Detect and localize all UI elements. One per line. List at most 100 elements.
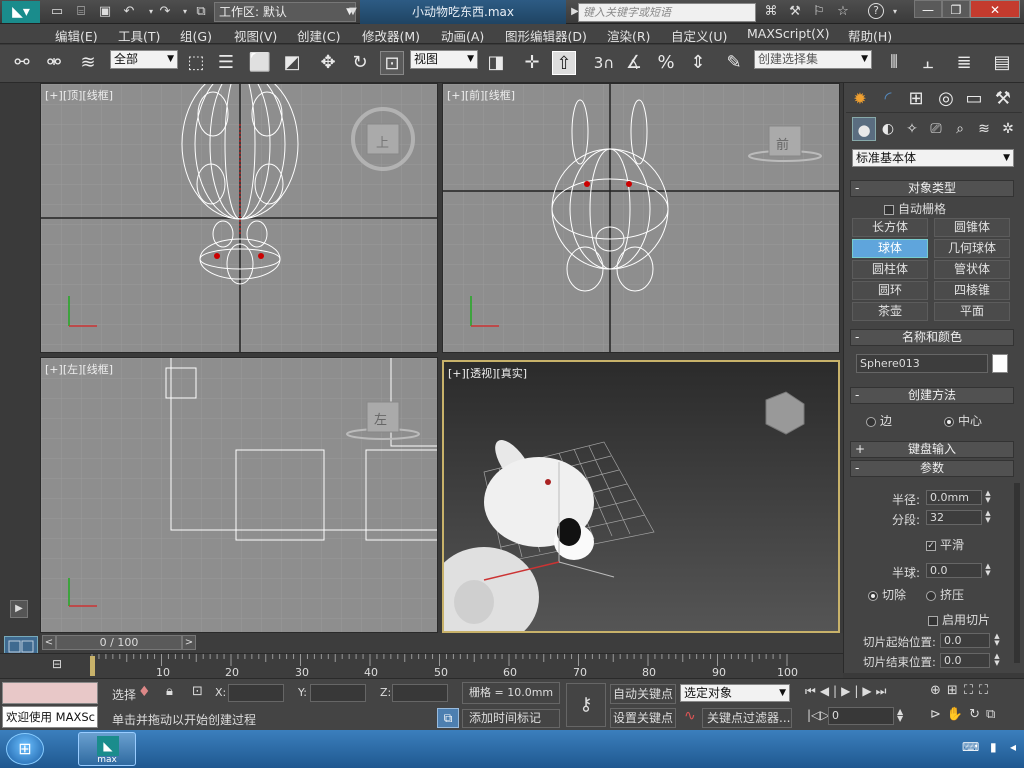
maximize-viewport-icon[interactable]: ⧉ xyxy=(986,707,1001,722)
edit-named-selection-icon[interactable]: ✎ xyxy=(722,51,746,75)
taskbar-3dsmax-button[interactable]: ◣ max xyxy=(78,732,136,766)
new-file-icon[interactable]: ▭ xyxy=(48,3,66,20)
space-warps-icon[interactable]: ≋ xyxy=(972,117,996,141)
viewport-left-view[interactable]: [左] xyxy=(63,363,83,376)
goto-start-icon[interactable]: ⏮ xyxy=(805,684,820,698)
smooth-check-box[interactable]: ✓ xyxy=(926,540,936,551)
prev-key-icon[interactable]: ◀| xyxy=(820,684,841,698)
slice-from-input[interactable]: 0.0 xyxy=(940,633,990,648)
menu-create[interactable]: 创建(C) xyxy=(297,26,340,45)
menu-maxscript[interactable]: MAXScript(X) xyxy=(747,26,829,41)
prev-frame-icon[interactable]: < xyxy=(42,635,56,650)
window-crossing-icon[interactable]: ◩ xyxy=(280,51,304,75)
percent-snap-icon[interactable]: % xyxy=(654,51,678,75)
graphite-modeling-icon[interactable]: ▤ xyxy=(990,51,1014,75)
menu-graph-editors[interactable]: 图形编辑器(D) xyxy=(505,26,587,45)
keyboard-shortcut-toggle-icon[interactable]: ⇧ xyxy=(552,51,576,75)
add-time-tag[interactable]: 添加时间标记 xyxy=(462,709,560,728)
cameras-icon[interactable]: ⎚ xyxy=(924,117,948,141)
cylinder-button[interactable]: 圆柱体 xyxy=(852,260,928,279)
viewport-front[interactable]: 前 [+][前][线框] xyxy=(442,83,840,353)
angle-snap-icon[interactable]: ∡ xyxy=(622,51,646,75)
viewport-top-mode[interactable]: [线框] xyxy=(82,89,113,102)
auto-grid-check-box[interactable] xyxy=(884,204,894,215)
zoom-extents-all-icon[interactable]: ⛶ xyxy=(979,683,994,698)
unlink-icon[interactable]: ⚮ xyxy=(42,51,66,75)
field-of-view-icon[interactable]: ⊳ xyxy=(930,707,947,722)
pyramid-button[interactable]: 四棱锥 xyxy=(934,281,1010,300)
keyboard-input-header[interactable]: + 键盘输入 xyxy=(850,441,1014,458)
select-manipulate-icon[interactable]: ✛ xyxy=(520,51,544,75)
squash-radio[interactable]: 挤压 xyxy=(926,586,964,603)
viewport-left-mode[interactable]: [线框] xyxy=(82,363,113,376)
restore-button[interactable]: ❐ xyxy=(942,0,970,18)
viewport-left-label[interactable]: [+][左][线框] xyxy=(45,361,113,377)
squash-radio-dot[interactable] xyxy=(926,590,936,601)
viewport-top[interactable]: 上 [+][顶][线框] xyxy=(40,83,438,353)
open-file-icon[interactable]: ⌸ xyxy=(72,3,90,20)
isolate-selection-icon[interactable]: ♦ xyxy=(138,684,151,700)
zoom-extents-icon[interactable]: ⛶ xyxy=(964,683,979,698)
viewport-persp-view[interactable]: [透视] xyxy=(466,367,497,380)
viewport-left[interactable]: 左 [+][左][线框] xyxy=(40,357,438,633)
slice-to-spinner-icon[interactable]: ▲ ▼ xyxy=(992,653,1002,668)
viewport-front-label[interactable]: [+][前][线框] xyxy=(447,87,515,103)
rotate-icon[interactable]: ↻ xyxy=(348,51,372,75)
menu-modifiers[interactable]: 修改器(M) xyxy=(362,26,420,45)
utilities-tab-icon[interactable]: ⚒ xyxy=(991,87,1015,111)
communication-center-icon[interactable]: ⚐ xyxy=(810,3,828,20)
menu-tools[interactable]: 工具(T) xyxy=(118,26,160,45)
smooth-checkbox[interactable]: ✓ 平滑 xyxy=(926,536,964,553)
help-icon[interactable]: ? xyxy=(868,3,884,19)
close-button[interactable]: ✕ xyxy=(970,0,1020,18)
auto-grid-checkbox[interactable]: 自动栅格 xyxy=(884,200,946,217)
viewcube-front-label[interactable]: 前 xyxy=(776,134,789,153)
app-logo-icon[interactable]: ◣▾ xyxy=(2,1,40,23)
snaps-toggle-icon[interactable]: 3∩ xyxy=(592,51,616,75)
cone-button[interactable]: 圆锥体 xyxy=(934,218,1010,237)
key-mode-dropdown[interactable]: 选定对象 ▼ xyxy=(680,684,790,702)
absolute-mode-icon[interactable]: ⊡ xyxy=(192,684,203,699)
create-tab-icon[interactable]: ✹ xyxy=(848,87,872,111)
viewport-persp-mode[interactable]: [真实] xyxy=(496,367,527,380)
menu-animation[interactable]: 动画(A) xyxy=(441,26,484,45)
plane-button[interactable]: 平面 xyxy=(934,302,1010,321)
viewport-front-view[interactable]: [前] xyxy=(465,89,485,102)
radius-spinner-icon[interactable]: ▲ ▼ xyxy=(983,490,993,505)
viewcube-top-label[interactable]: 上 xyxy=(376,132,389,151)
orbit-icon[interactable]: ↻ xyxy=(969,707,986,722)
align-icon[interactable]: ⫠ xyxy=(916,51,940,75)
viewport-top-view[interactable]: [顶] xyxy=(63,89,83,102)
zoom-icon[interactable]: ⊕ xyxy=(930,683,947,698)
name-color-header[interactable]: - 名称和颜色 xyxy=(850,329,1014,346)
project-folder-icon[interactable]: ⧉ xyxy=(192,3,210,20)
next-key-icon[interactable]: |▶ xyxy=(854,684,875,698)
viewport-persp-label[interactable]: [+][透视][真实] xyxy=(448,365,527,381)
enable-slice-checkbox[interactable]: 启用切片 xyxy=(928,611,990,628)
edge-radio-dot[interactable] xyxy=(866,416,876,427)
expand-panel-icon[interactable]: ▶ xyxy=(10,600,28,618)
enable-slice-check-box[interactable] xyxy=(928,615,938,626)
sphere-button[interactable]: 球体 xyxy=(852,239,928,258)
helpers-icon[interactable]: ⌕ xyxy=(948,117,972,141)
binoculars-icon[interactable]: ⌘ xyxy=(762,3,780,20)
menu-edit[interactable]: 编辑(E) xyxy=(55,26,98,45)
time-slider[interactable]: 0 / 100 xyxy=(56,635,182,650)
spinner-snap-icon[interactable]: ⇕ xyxy=(686,51,710,75)
current-frame-input[interactable]: 0 xyxy=(828,707,894,725)
viewport-persp-bracket[interactable]: [+] xyxy=(448,367,466,380)
menu-help[interactable]: 帮助(H) xyxy=(848,26,892,45)
menu-rendering[interactable]: 渲染(R) xyxy=(607,26,650,45)
box-button[interactable]: 长方体 xyxy=(852,218,928,237)
redo-icon[interactable]: ↷ xyxy=(156,3,174,20)
menu-group[interactable]: 组(G) xyxy=(180,26,212,45)
layer-manager-icon[interactable]: ≣ xyxy=(952,51,976,75)
segments-spinner-icon[interactable]: ▲ ▼ xyxy=(983,510,993,525)
lights-icon[interactable]: ✧ xyxy=(900,117,924,141)
x-coordinate-input[interactable] xyxy=(228,684,284,702)
panel-scrollbar[interactable] xyxy=(1014,483,1020,663)
hierarchy-tab-icon[interactable]: ⊞ xyxy=(904,87,928,111)
geosphere-button[interactable]: 几何球体 xyxy=(934,239,1010,258)
next-frame-icon[interactable]: > xyxy=(182,635,196,650)
pivot-center-icon[interactable]: ◨ xyxy=(484,51,508,75)
